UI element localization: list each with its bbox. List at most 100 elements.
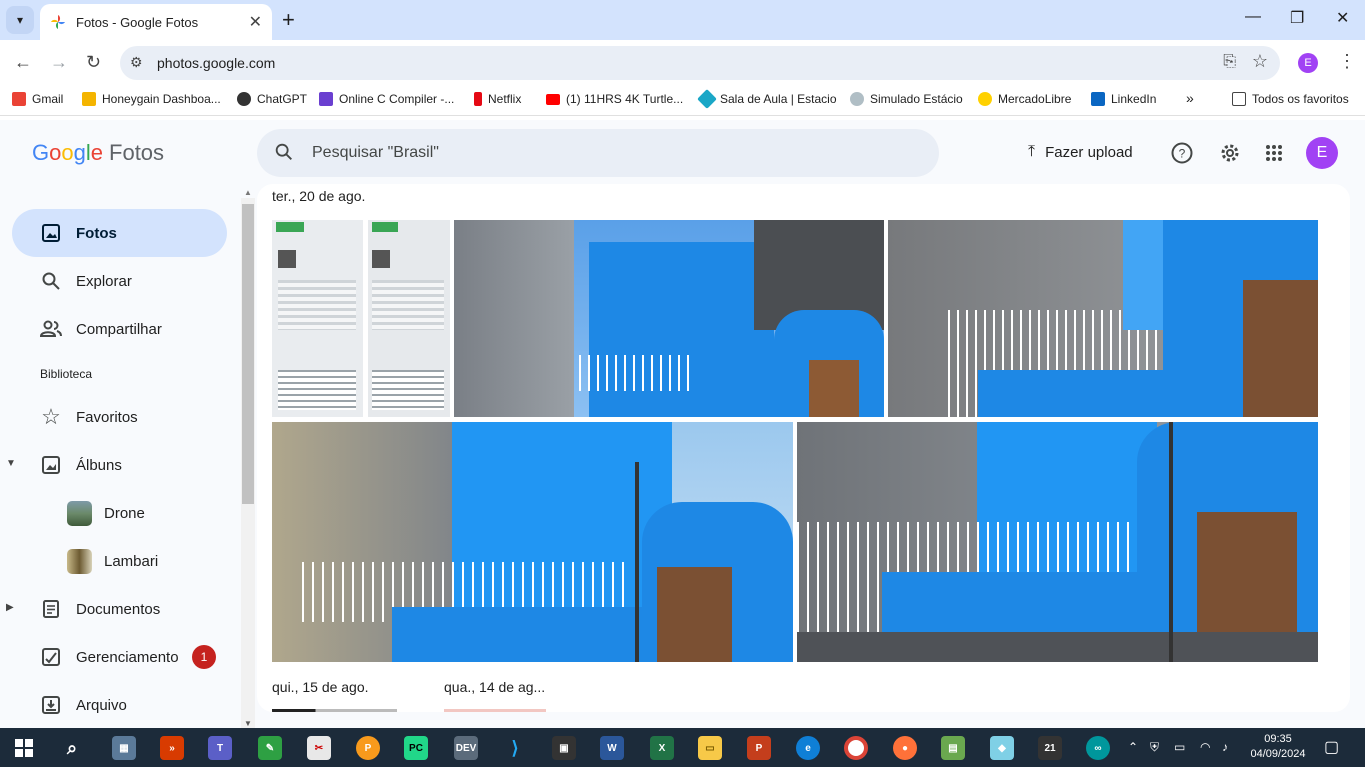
- lambari-album-thumbnail: [67, 549, 92, 574]
- arduino-icon[interactable]: ∞: [1086, 736, 1110, 760]
- back-icon[interactable]: ←: [14, 52, 32, 73]
- word-icon[interactable]: W: [600, 736, 624, 760]
- scrollbar-thumb[interactable]: [242, 204, 254, 504]
- dev-app-icon[interactable]: DEV: [454, 736, 478, 760]
- photo-blue-building-street[interactable]: [797, 422, 1318, 662]
- photo-blue-building-wide[interactable]: [272, 422, 793, 662]
- sidebar-item-explorar[interactable]: Explorar: [12, 257, 227, 305]
- close-window-icon[interactable]: ✕: [1336, 8, 1349, 28]
- sidebar-scrollbar[interactable]: ▲ ▼: [241, 188, 255, 728]
- wifi-icon[interactable]: ◠: [1200, 740, 1210, 754]
- sidebar-item-compartilhar[interactable]: Compartilhar: [12, 305, 227, 353]
- forward-icon[interactable]: →: [50, 52, 68, 73]
- sidebar-item-gerenciamento[interactable]: Gerenciamento 1: [12, 633, 227, 681]
- sidebar-item-albuns[interactable]: ▼ Álbuns: [6, 441, 227, 489]
- qr-code-shape: [278, 250, 296, 268]
- photo-document-1[interactable]: [272, 220, 363, 417]
- document-icon: [40, 598, 62, 620]
- install-app-icon[interactable]: ⎘: [1223, 53, 1236, 71]
- new-tab-button[interactable]: +: [282, 8, 295, 32]
- scroll-down-arrow-icon[interactable]: ▼: [244, 719, 252, 728]
- bookmark-linkedin[interactable]: LinkedIn: [1091, 92, 1156, 106]
- teams-icon[interactable]: T: [208, 736, 232, 760]
- notifications-icon[interactable]: ▢: [1324, 737, 1339, 757]
- taskbar-search-icon[interactable]: ⌕: [60, 736, 84, 760]
- all-bookmarks-folder[interactable]: Todos os favoritos: [1232, 92, 1349, 106]
- photo-thumbnail-partial[interactable]: [272, 709, 397, 712]
- photo-thumbnail-partial[interactable]: [444, 709, 546, 712]
- anydesk-icon[interactable]: »: [160, 736, 184, 760]
- apps-grid-icon[interactable]: [1262, 141, 1286, 165]
- pdf-app-icon[interactable]: P: [356, 736, 380, 760]
- battery-icon[interactable]: ▭: [1174, 740, 1185, 754]
- bookmark-youtube[interactable]: (1) 11HRS 4K Turtle...: [546, 92, 683, 106]
- pycharm-icon[interactable]: PC: [404, 736, 428, 760]
- lamp-post-shape: [635, 462, 639, 662]
- svg-text:?: ?: [1179, 147, 1186, 161]
- security-tray-icon[interactable]: ⛨: [1150, 740, 1159, 755]
- calendar-app-icon[interactable]: 21: [1038, 736, 1062, 760]
- vscode-icon[interactable]: ⟩: [503, 736, 527, 760]
- bookmark-chatgpt[interactable]: ChatGPT: [237, 92, 307, 106]
- notification-badge: 1: [192, 645, 216, 669]
- photo-document-2[interactable]: [368, 220, 450, 417]
- more-bookmarks-button[interactable]: »: [1186, 90, 1194, 106]
- settings-gear-icon[interactable]: [1218, 141, 1242, 165]
- browser-profile-avatar[interactable]: E: [1298, 53, 1318, 73]
- game-app-icon[interactable]: ▣: [552, 736, 576, 760]
- scroll-up-arrow-icon[interactable]: ▲: [244, 188, 252, 197]
- sidebar-item-fotos[interactable]: Fotos: [12, 209, 227, 257]
- search-bar[interactable]: Pesquisar "Brasil": [257, 129, 939, 177]
- volume-icon[interactable]: ♪: [1222, 740, 1228, 754]
- bookmark-honeygain[interactable]: Honeygain Dashboa...: [82, 92, 221, 106]
- search-icon: [40, 270, 62, 292]
- restore-icon[interactable]: ❐: [1290, 8, 1304, 28]
- bookmark-gmail[interactable]: Gmail: [12, 92, 63, 106]
- taskbar-clock[interactable]: 09:35 04/09/2024: [1248, 732, 1308, 762]
- sidebar-item-favoritos[interactable]: ☆ Favoritos: [12, 393, 227, 441]
- clock-date: 04/09/2024: [1250, 748, 1306, 760]
- photo-blue-building-front[interactable]: [454, 220, 884, 417]
- sidebar-item-arquivo[interactable]: Arquivo: [12, 681, 227, 729]
- chrome-icon[interactable]: [844, 736, 868, 760]
- eraser-app-icon[interactable]: ◆: [990, 736, 1014, 760]
- photo-blue-building-side[interactable]: [888, 220, 1318, 417]
- firefox-icon[interactable]: ●: [893, 736, 917, 760]
- tab-search-button[interactable]: ▾: [6, 6, 34, 34]
- account-avatar[interactable]: E: [1306, 137, 1338, 169]
- bookmark-mercadolibre[interactable]: MercadoLibre: [978, 92, 1071, 106]
- file-explorer-icon[interactable]: ▭: [698, 736, 722, 760]
- close-tab-icon[interactable]: ✕: [249, 12, 262, 32]
- help-icon[interactable]: ?: [1170, 141, 1194, 165]
- google-photos-app: Google Fotos Pesquisar "Brasil" ⤒ Fazer u…: [0, 120, 1365, 728]
- bookmark-sala-de-aula[interactable]: Sala de Aula | Estacio: [697, 89, 837, 109]
- browser-menu-icon[interactable]: ⋮: [1338, 51, 1356, 72]
- bookmark-star-icon[interactable]: ☆: [1252, 51, 1268, 72]
- calculator-icon[interactable]: ▦: [112, 736, 136, 760]
- edge-icon[interactable]: e: [796, 736, 820, 760]
- sidebar-item-lambari[interactable]: Lambari: [12, 537, 227, 585]
- bookmark-online-c-compiler[interactable]: Online C Compiler -...: [319, 92, 454, 106]
- google-photos-logo[interactable]: Google Fotos: [32, 140, 164, 166]
- upload-button[interactable]: ⤒ Fazer upload: [1028, 143, 1133, 161]
- browser-tab-active[interactable]: Fotos - Google Fotos ✕: [40, 4, 272, 40]
- excel-icon[interactable]: X: [650, 736, 674, 760]
- expand-caret-right-icon[interactable]: ▶: [6, 602, 14, 613]
- expand-caret-down-icon[interactable]: ▼: [6, 458, 16, 469]
- minimize-icon[interactable]: —: [1245, 8, 1261, 26]
- snipping-tool-icon[interactable]: ✂: [307, 736, 331, 760]
- bookmark-netflix[interactable]: Netflix: [474, 92, 521, 106]
- clock-time: 09:35: [1264, 733, 1292, 745]
- sidebar-item-drone[interactable]: Drone: [12, 489, 227, 537]
- sidebar-item-documentos[interactable]: ▶ Documentos: [6, 585, 227, 633]
- powerpoint-icon[interactable]: P: [747, 736, 771, 760]
- reload-icon[interactable]: ↻: [86, 52, 101, 73]
- whiteboard-icon[interactable]: ✎: [258, 736, 282, 760]
- spreadsheet-app-icon[interactable]: ▤: [941, 736, 965, 760]
- site-info-icon[interactable]: ⚙: [130, 54, 143, 71]
- windows-start-icon[interactable]: [12, 736, 36, 760]
- upload-icon: ⤒: [1028, 143, 1036, 160]
- address-bar[interactable]: ⚙ photos.google.com ⎘ ☆: [120, 46, 1280, 80]
- tray-chevron-icon[interactable]: ⌃: [1128, 740, 1138, 754]
- bookmark-simulado-estacio[interactable]: Simulado Estácio: [850, 92, 963, 106]
